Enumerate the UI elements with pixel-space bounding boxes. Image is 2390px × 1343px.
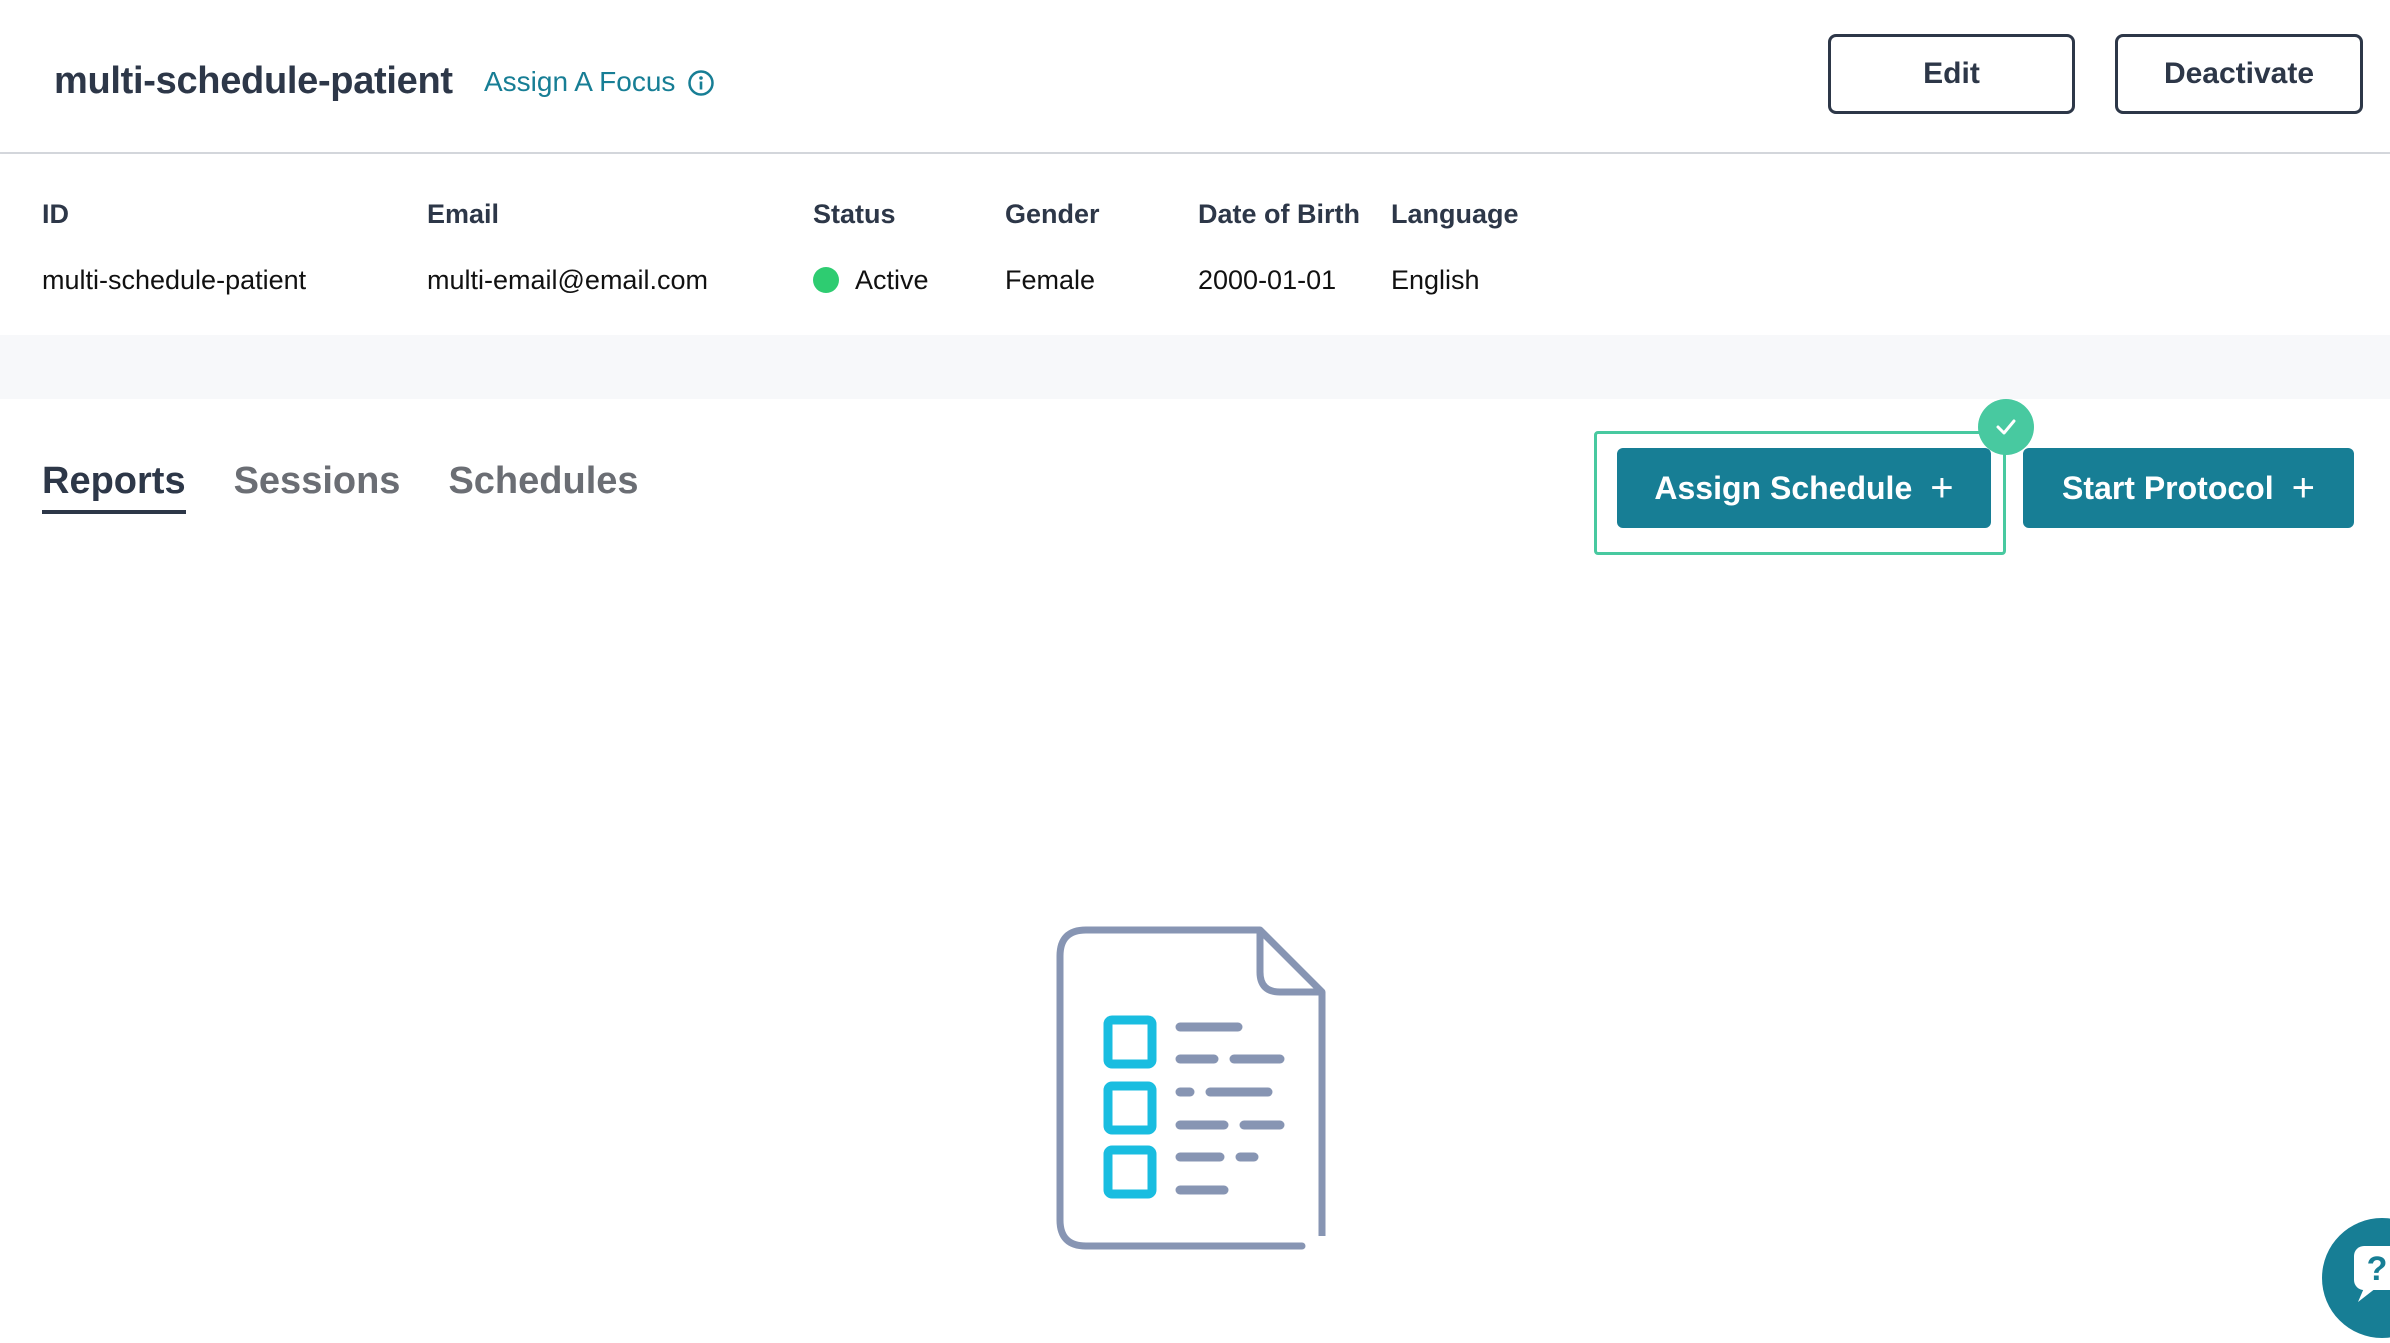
info-label: Language [1391,199,1519,229]
info-column-status: Status Active [813,194,929,300]
info-value: multi-schedule-patient [42,265,307,295]
svg-text:?: ? [2367,1250,2388,1288]
info-label: Date of Birth [1198,199,1360,229]
plus-icon: + [2291,466,2315,510]
info-label: Gender [1005,199,1100,229]
info-column-dob: Date of Birth 2000-01-01 [1198,194,1360,300]
patient-info-panel: ID multi-schedule-patient Email multi-em… [0,154,2390,335]
info-value: 2000-01-01 [1198,265,1337,295]
info-value: multi-email@email.com [427,265,708,295]
info-value: Female [1005,265,1096,295]
deactivate-button[interactable]: Deactivate [2115,34,2363,114]
info-icon[interactable] [687,68,715,96]
start-protocol-button[interactable]: Start Protocol + [2023,448,2354,528]
tab-reports[interactable]: Reports [42,456,186,514]
info-column-email: Email multi-email@email.com [427,194,708,300]
info-column-language: Language English [1391,194,1519,300]
patient-name: multi-schedule-patient [54,60,453,102]
info-label: ID [42,199,69,229]
plus-icon: + [1930,466,1954,510]
patient-header: multi-schedule-patient Assign A Focus Ed… [0,0,2390,154]
start-protocol-label: Start Protocol [2062,469,2274,506]
check-icon [1978,399,2034,455]
tab-sessions[interactable]: Sessions [234,456,401,514]
info-column-id: ID multi-schedule-patient [42,194,306,300]
status-indicator-dot [813,267,839,293]
info-value: English [1391,265,1480,295]
assign-focus-label: Assign A Focus [484,66,676,97]
patient-tabs: Reports Sessions Schedules [42,456,639,514]
info-label: Status [813,199,896,229]
status-text: Active [855,265,929,295]
help-chat-icon[interactable]: ? [2322,1218,2390,1338]
info-column-gender: Gender Female [1005,194,1100,300]
edit-button[interactable]: Edit [1828,34,2075,114]
assign-schedule-label: Assign Schedule [1654,469,1913,506]
assign-focus-link[interactable]: Assign A Focus [484,62,715,102]
info-label: Email [427,199,500,229]
section-divider [0,335,2390,399]
status-value: Active [813,260,929,300]
tab-schedules[interactable]: Schedules [448,456,638,514]
assign-schedule-button[interactable]: Assign Schedule + [1617,448,1991,528]
report-document-icon [1050,920,1350,1250]
